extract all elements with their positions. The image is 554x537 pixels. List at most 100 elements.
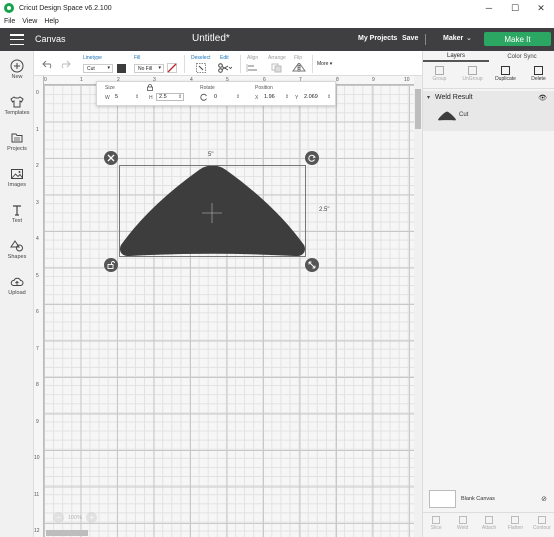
slice-button[interactable]: Slice bbox=[423, 513, 449, 537]
flip-icon[interactable] bbox=[292, 63, 306, 73]
attach-label: Attach bbox=[481, 525, 497, 531]
y-position-value: 2.069 bbox=[304, 94, 318, 100]
design-canvas[interactable] bbox=[34, 76, 414, 537]
lock-handle[interactable] bbox=[104, 258, 118, 272]
group-button[interactable]: Group bbox=[423, 64, 456, 88]
resize-handle[interactable] bbox=[305, 258, 319, 272]
more-button[interactable]: More ▾ bbox=[317, 61, 332, 67]
size-position-panel: Size W 5 ⇕ H 2.5 ⇕ Rotate 0 ⇕ Position X… bbox=[96, 81, 336, 106]
linetype-label: Linetype bbox=[83, 55, 102, 61]
fill-select[interactable]: No Fill ▾ bbox=[134, 64, 164, 73]
align-icon[interactable] bbox=[246, 63, 260, 73]
close-button[interactable]: ✕ bbox=[528, 0, 554, 16]
attach-button[interactable]: Attach bbox=[476, 513, 502, 537]
ruler-tick-label: 0 bbox=[44, 77, 47, 83]
ruler-tick-label: 8 bbox=[36, 382, 39, 388]
sidebar-item-text[interactable]: Text bbox=[0, 203, 34, 224]
ruler-tick-label: 10 bbox=[404, 77, 410, 83]
ungroup-label: UnGroup bbox=[462, 76, 483, 82]
toolbar-divider bbox=[184, 55, 185, 73]
width-stepper-icon[interactable]: ⇕ bbox=[135, 94, 139, 100]
edit-label: Edit bbox=[220, 55, 229, 61]
group-label: Group bbox=[432, 76, 447, 82]
weld-icon bbox=[458, 516, 467, 524]
scissors-icon[interactable] bbox=[218, 63, 232, 73]
width-dimension-label: 5" bbox=[208, 152, 214, 158]
delete-button[interactable]: Delete bbox=[522, 64, 554, 88]
undo-icon[interactable] bbox=[42, 59, 54, 69]
zoom-out-button[interactable]: − bbox=[53, 512, 64, 523]
blank-canvas-row[interactable]: Blank Canvas ⊘ bbox=[423, 488, 554, 510]
linetype-color-swatch[interactable] bbox=[117, 64, 126, 73]
deselect-icon[interactable] bbox=[196, 63, 206, 73]
zoom-in-button[interactable]: + bbox=[86, 512, 98, 523]
rotate-stepper-icon[interactable]: ⇕ bbox=[236, 94, 240, 100]
layer-actions: Group UnGroup Duplicate Delete bbox=[423, 64, 554, 89]
menu-help[interactable]: Help bbox=[44, 18, 58, 25]
duplicate-button[interactable]: Duplicate bbox=[489, 64, 522, 88]
visibility-off-icon[interactable]: ⊘ bbox=[541, 495, 547, 503]
blank-canvas-swatch[interactable] bbox=[429, 490, 456, 508]
text-icon bbox=[13, 205, 21, 216]
chevron-down-icon[interactable]: ⌄ bbox=[466, 34, 472, 42]
y-stepper-icon[interactable]: ⇕ bbox=[327, 94, 331, 100]
x-label: X bbox=[255, 95, 259, 101]
sidebar-item-shapes[interactable]: Shapes bbox=[0, 239, 34, 260]
minimize-button[interactable]: ─ bbox=[476, 0, 502, 16]
ruler-tick-label: 1 bbox=[36, 127, 39, 133]
redo-icon[interactable] bbox=[59, 59, 71, 69]
visibility-eye-icon[interactable]: 👁 bbox=[538, 94, 547, 102]
delete-handle[interactable] bbox=[104, 151, 118, 165]
scrollbar-thumb[interactable] bbox=[415, 89, 421, 129]
machine-selector[interactable]: Maker bbox=[443, 35, 463, 42]
cricut-logo-icon bbox=[4, 3, 14, 13]
rotate-handle[interactable] bbox=[305, 151, 319, 165]
ruler-tick-label: 9 bbox=[372, 77, 375, 83]
tab-layers[interactable]: Layers bbox=[423, 51, 489, 62]
lock-icon[interactable] bbox=[147, 84, 153, 91]
ruler-tick-label: 12 bbox=[34, 528, 40, 534]
menu-file[interactable]: File bbox=[4, 18, 15, 25]
layer-thumbnail bbox=[438, 111, 456, 121]
sidebar-item-projects[interactable]: Projects bbox=[0, 131, 34, 152]
linetype-select[interactable]: Cut ▾ bbox=[83, 64, 113, 73]
height-stepper-icon[interactable]: ⇕ bbox=[178, 94, 182, 100]
tab-color-sync[interactable]: Color Sync bbox=[489, 51, 554, 62]
cloud-upload-icon bbox=[10, 277, 24, 286]
sidebar-item-label: Shapes bbox=[7, 254, 27, 260]
menu-view[interactable]: View bbox=[22, 18, 37, 25]
attach-icon bbox=[485, 516, 494, 524]
slice-icon bbox=[432, 516, 441, 524]
horizontal-scrollbar-thumb[interactable] bbox=[46, 530, 88, 536]
chevron-down-icon[interactable]: ▾ bbox=[427, 94, 430, 101]
my-projects-button[interactable]: My Projects bbox=[358, 35, 397, 42]
hamburger-menu-icon[interactable] bbox=[10, 34, 24, 45]
align-label: Align bbox=[247, 55, 259, 61]
x-stepper-icon[interactable]: ⇕ bbox=[285, 94, 289, 100]
arrange-icon[interactable] bbox=[271, 63, 285, 73]
make-it-button[interactable]: Make It bbox=[484, 32, 551, 46]
maximize-button[interactable]: ☐ bbox=[502, 0, 528, 16]
duplicate-label: Duplicate bbox=[495, 76, 516, 82]
no-fill-swatch-icon[interactable] bbox=[167, 63, 177, 73]
vertical-scrollbar[interactable] bbox=[414, 76, 422, 537]
layer-group-weld-result[interactable]: ▾ Weld Result 👁 Cut bbox=[423, 91, 554, 131]
ungroup-button[interactable]: UnGroup bbox=[456, 64, 489, 88]
folder-icon bbox=[11, 133, 23, 143]
ruler-left: 0 1 2 3 4 5 6 7 8 9 10 11 12 bbox=[34, 76, 44, 537]
sidebar-item-label: Images bbox=[7, 182, 27, 188]
sidebar-item-new[interactable]: New bbox=[0, 59, 34, 80]
height-label: H bbox=[149, 95, 153, 101]
sidebar-item-images[interactable]: Images bbox=[0, 167, 34, 188]
rotate-label: Rotate bbox=[200, 85, 215, 91]
save-button[interactable]: Save bbox=[402, 35, 418, 42]
section-title: Canvas bbox=[35, 34, 66, 44]
close-icon bbox=[107, 154, 115, 162]
flatten-button[interactable]: Flatten bbox=[502, 513, 528, 537]
weld-button[interactable]: Weld bbox=[449, 513, 475, 537]
sidebar-item-templates[interactable]: Templates bbox=[0, 95, 34, 116]
sidebar-item-upload[interactable]: Upload bbox=[0, 275, 34, 296]
left-sidebar: New Templates Projects Images Text Shape… bbox=[0, 51, 34, 537]
size-label: Size bbox=[105, 85, 115, 91]
contour-button[interactable]: Contour bbox=[529, 513, 554, 537]
